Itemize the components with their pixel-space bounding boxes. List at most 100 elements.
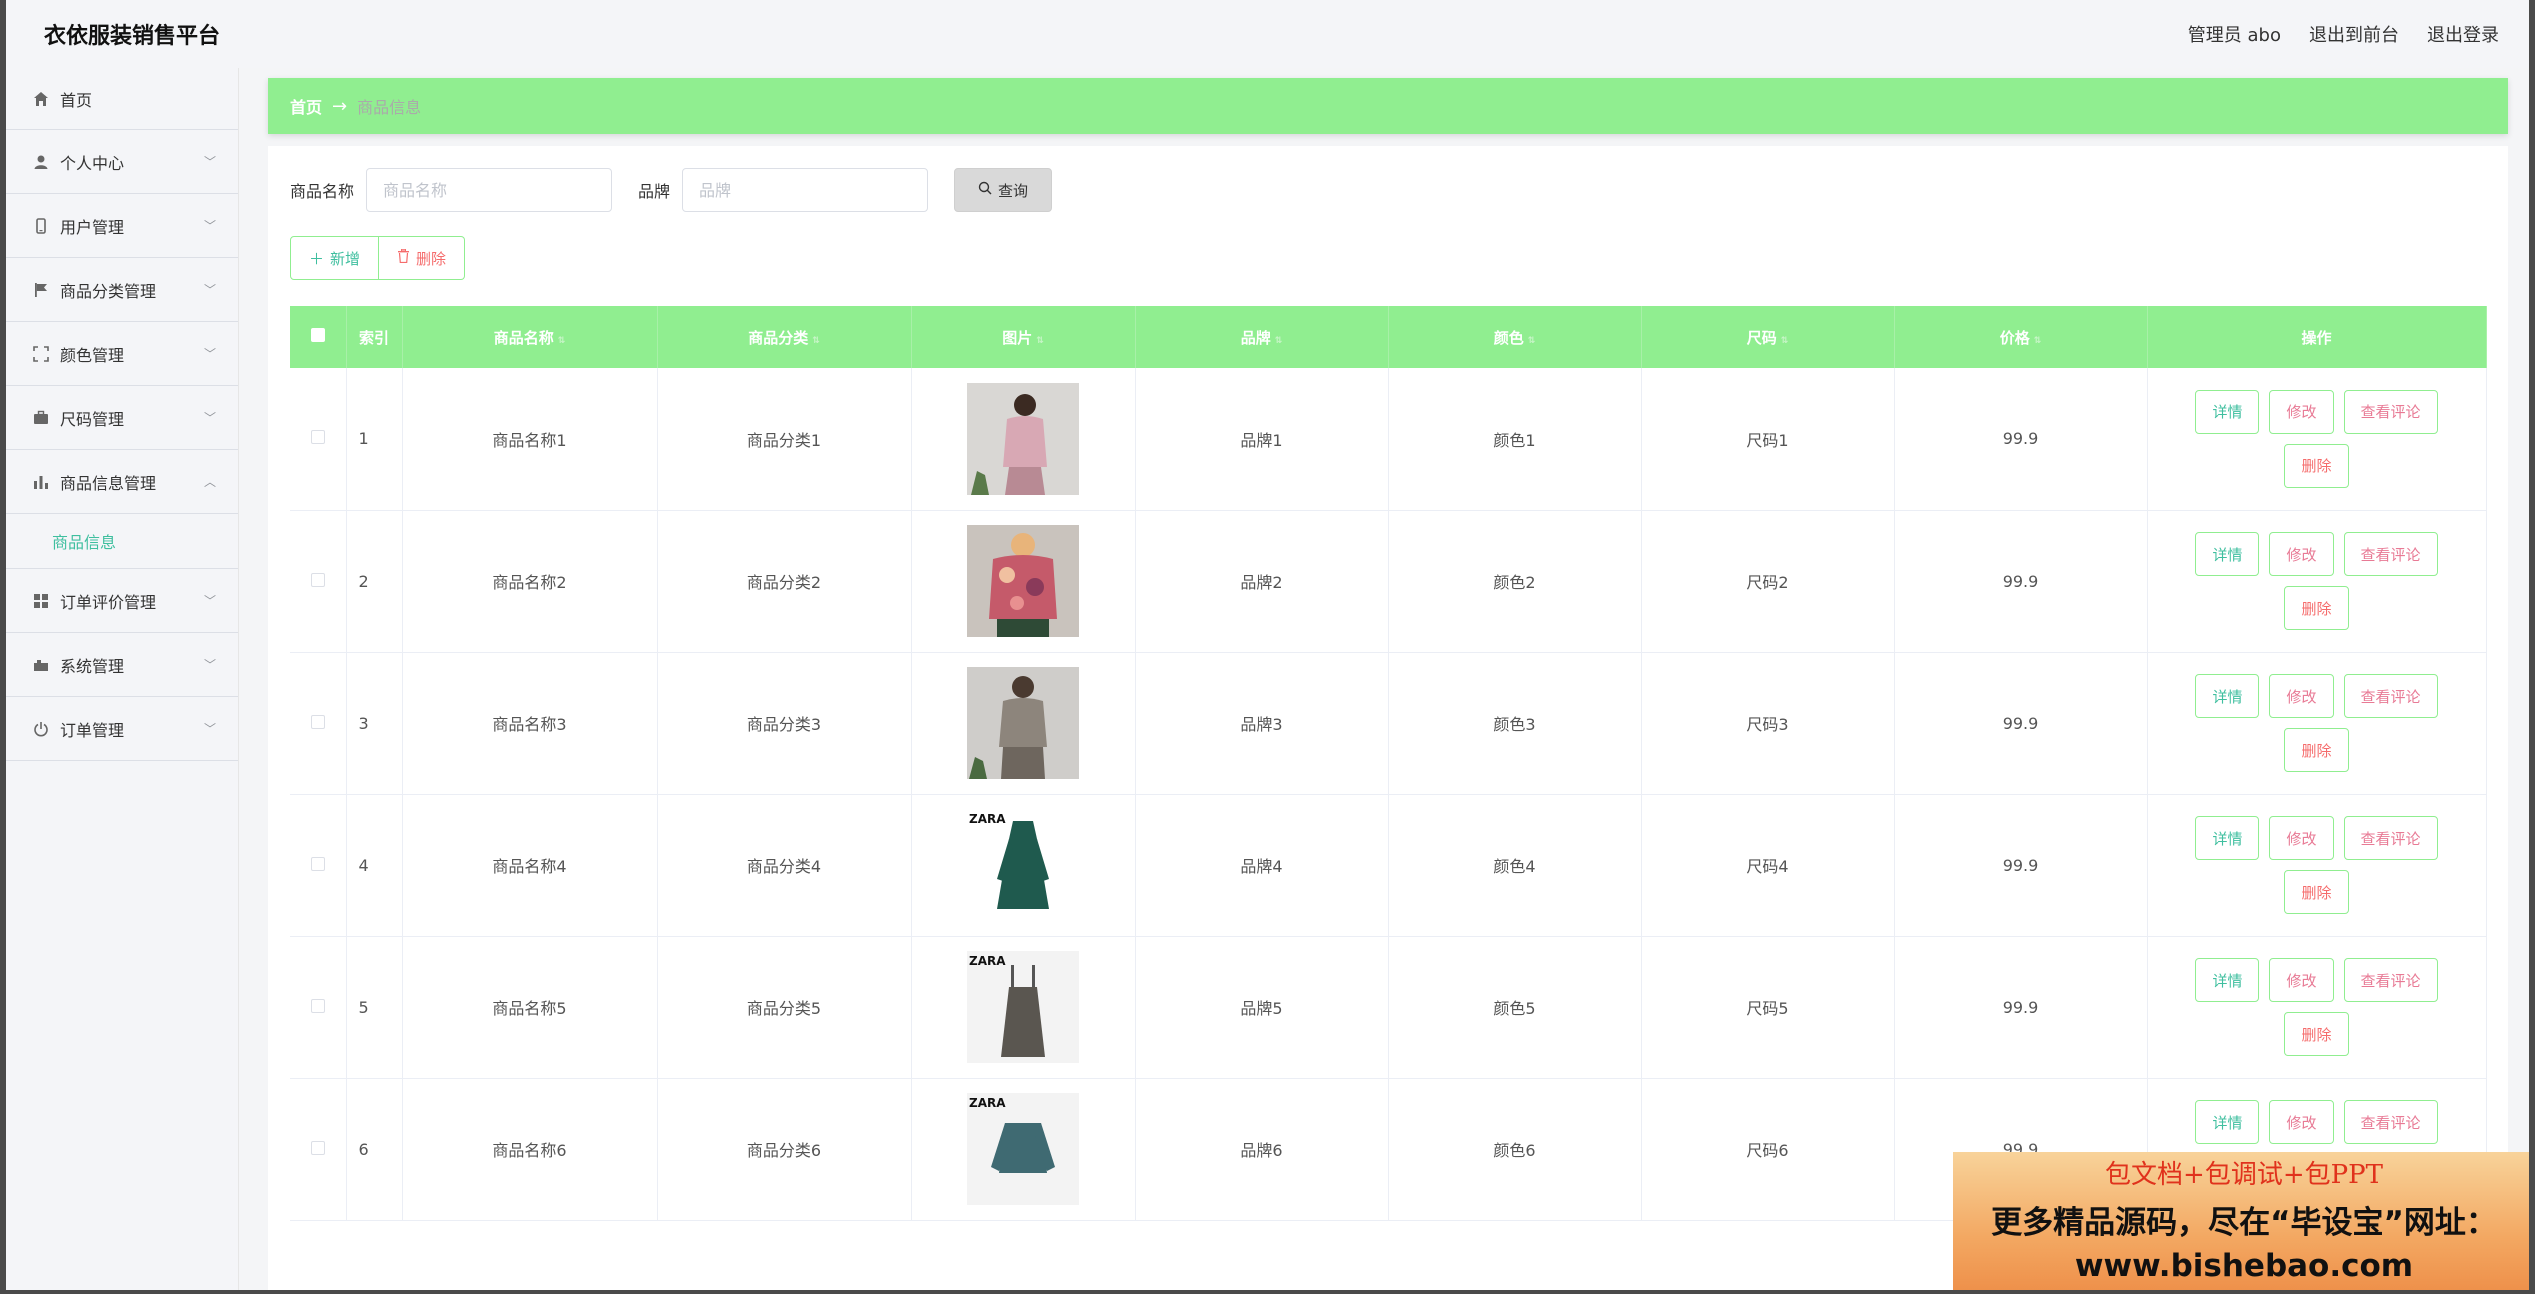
header-price[interactable]: 价格 ⇅ (1894, 306, 2148, 368)
product-image[interactable] (967, 525, 1079, 637)
row-price: 99.9 (1894, 652, 2148, 794)
edit-button[interactable]: 修改 (2269, 816, 2334, 860)
detail-button[interactable]: 详情 (2195, 816, 2260, 860)
view-review-button[interactable]: 查看评论 (2343, 674, 2438, 718)
view-review-button[interactable]: 查看评论 (2343, 816, 2438, 860)
row-price: 99.9 (1894, 510, 2148, 652)
ad-line-2: 更多精品源码，尽在“毕设宝”网址： (1991, 1205, 2497, 1241)
row-checkbox[interactable] (310, 998, 325, 1013)
row-checkbox[interactable] (310, 856, 325, 871)
plus-icon: ＋ (309, 249, 325, 268)
power-icon (32, 720, 50, 738)
row-size: 尺码2 (1641, 510, 1895, 652)
sidebar-item-profile[interactable]: 个人中心 ﹀ (6, 130, 238, 194)
sidebar-item-orders[interactable]: 订单管理 ﹀ (6, 697, 238, 761)
logout-link[interactable]: 退出登录 (2427, 21, 2499, 47)
edit-button[interactable]: 修改 (2269, 532, 2334, 576)
sidebar-item-size[interactable]: 尺码管理 ﹀ (6, 386, 238, 450)
header-brand[interactable]: 品牌 ⇅ (1135, 306, 1389, 368)
row-delete-button[interactable]: 删除 (2284, 870, 2349, 914)
product-image[interactable]: ZARA (967, 951, 1079, 1063)
table-row: 5 商品名称5 商品分类5 ZARA 品牌5 颜色5 尺码5 99.9 详情 修… (290, 936, 2487, 1078)
chevron-down-icon: ﹀ (203, 411, 216, 425)
row-brand: 品牌5 (1135, 936, 1389, 1078)
sidebar: 首页 个人中心 ﹀ 用户管理 ﹀ 商品分类管理 ﹀ 颜色管理 ﹀ 尺码管理 ﹀ … (6, 68, 239, 1290)
detail-button[interactable]: 详情 (2195, 532, 2260, 576)
product-image[interactable] (967, 667, 1079, 779)
edit-button[interactable]: 修改 (2269, 1100, 2334, 1144)
row-delete-button[interactable]: 删除 (2284, 443, 2349, 488)
table-row: 2 商品名称2 商品分类2 品牌2 颜色2 尺码2 99.9 详情 修改 查看评… (290, 510, 2487, 652)
row-delete-button[interactable]: 删除 (2284, 1012, 2349, 1056)
product-name-input[interactable] (366, 168, 613, 212)
product-image[interactable] (967, 382, 1079, 495)
edit-button[interactable]: 修改 (2269, 674, 2334, 718)
header-name[interactable]: 商品名称 ⇅ (402, 306, 658, 368)
header-category[interactable]: 商品分类 ⇅ (657, 306, 912, 368)
header-image[interactable]: 图片 ⇅ (911, 306, 1136, 368)
row-color: 颜色3 (1388, 652, 1642, 794)
detail-button[interactable]: 详情 (2195, 674, 2260, 718)
query-button[interactable]: 查询 (954, 168, 1053, 212)
detail-button[interactable]: 详情 (2195, 958, 2260, 1002)
row-name: 商品名称6 (402, 1078, 658, 1220)
select-all-checkbox[interactable] (310, 328, 325, 342)
row-image-cell: ZARA (911, 794, 1136, 936)
row-checkbox[interactable] (310, 572, 325, 587)
table-row: 3 商品名称3 商品分类3 品牌3 颜色3 尺码3 99.9 详情 修改 查看评… (290, 652, 2487, 794)
row-price: 99.9 (1894, 368, 2148, 510)
row-index: 4 (346, 794, 403, 936)
row-size: 尺码6 (1641, 1078, 1895, 1220)
header-color[interactable]: 颜色 ⇅ (1388, 306, 1642, 368)
row-delete-button[interactable]: 删除 (2284, 586, 2349, 630)
row-index: 6 (346, 1078, 403, 1220)
sidebar-item-order-review[interactable]: 订单评价管理 ﹀ (6, 569, 238, 633)
row-checkbox[interactable] (310, 714, 325, 729)
edit-button[interactable]: 修改 (2269, 389, 2334, 434)
chevron-down-icon: ﹀ (203, 347, 216, 361)
header-size[interactable]: 尺码 ⇅ (1641, 306, 1895, 368)
sidebar-item-color[interactable]: 颜色管理 ﹀ (6, 322, 238, 386)
sidebar-item-home[interactable]: 首页 (6, 68, 238, 130)
row-color: 颜色1 (1388, 368, 1642, 510)
view-review-button[interactable]: 查看评论 (2343, 389, 2438, 434)
sidebar-item-users[interactable]: 用户管理 ﹀ (6, 194, 238, 258)
bar-chart-icon (32, 473, 50, 491)
sidebar-item-label: 首页 (60, 90, 93, 110)
sidebar-item-system[interactable]: 系统管理 ﹀ (6, 633, 238, 697)
row-color: 颜色6 (1388, 1078, 1642, 1220)
edit-button[interactable]: 修改 (2269, 958, 2334, 1002)
product-image[interactable]: ZARA (967, 1093, 1079, 1205)
breadcrumb-home[interactable]: 首页 (290, 94, 322, 118)
delete-button[interactable]: 删除 (379, 236, 466, 280)
content-panel: 商品名称 品牌 查询 ＋ 新增 删除 (268, 146, 2508, 1290)
row-image-cell: ZARA (911, 936, 1136, 1078)
row-category: 商品分类2 (657, 510, 912, 652)
add-button[interactable]: ＋ 新增 (290, 236, 380, 280)
row-delete-button[interactable]: 删除 (2284, 728, 2349, 772)
row-index: 2 (346, 510, 403, 652)
row-color: 颜色4 (1388, 794, 1642, 936)
detail-button[interactable]: 详情 (2195, 1100, 2260, 1144)
sort-icon: ⇅ (1036, 335, 1044, 346)
row-checkbox[interactable] (310, 430, 325, 445)
sidebar-item-category[interactable]: 商品分类管理 ﹀ (6, 258, 238, 322)
detail-button[interactable]: 详情 (2195, 389, 2260, 434)
sidebar-item-label: 个人中心 (60, 153, 125, 173)
row-checkbox[interactable] (310, 1140, 325, 1155)
view-review-button[interactable]: 查看评论 (2343, 1100, 2438, 1144)
breadcrumb: 首页 → 商品信息 (268, 78, 2508, 134)
product-name-label: 商品名称 (290, 182, 355, 201)
sort-icon: ⇅ (812, 335, 820, 346)
exit-to-front-link[interactable]: 退出到前台 (2309, 21, 2399, 47)
svg-text:ZARA: ZARA (969, 812, 1006, 826)
product-image[interactable]: ZARA (967, 809, 1079, 921)
brand-input[interactable] (682, 168, 929, 212)
sidebar-subitem-product-info[interactable]: 商品信息 (6, 514, 238, 569)
row-actions: 详情 修改 查看评论 删除 (2147, 368, 2487, 510)
sidebar-item-label: 商品分类管理 (60, 281, 157, 301)
view-review-button[interactable]: 查看评论 (2343, 532, 2438, 576)
sidebar-item-product-info[interactable]: 商品信息管理 ︿ (6, 450, 238, 514)
view-review-button[interactable]: 查看评论 (2343, 958, 2438, 1002)
row-actions: 详情 修改 查看评论 删除 (2147, 936, 2487, 1078)
